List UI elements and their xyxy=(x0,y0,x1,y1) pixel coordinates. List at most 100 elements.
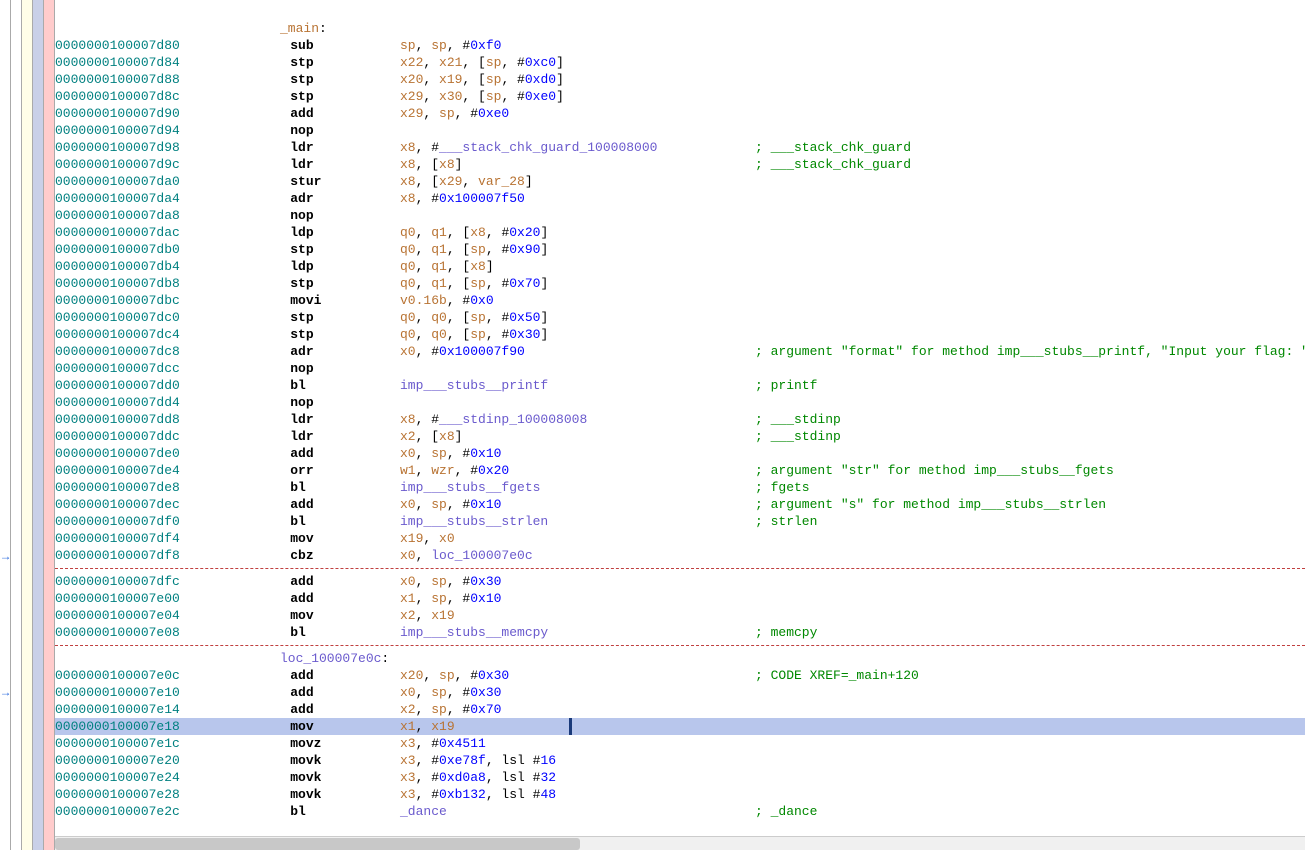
immediate: 0x10 xyxy=(470,591,501,606)
mnemonic: stp xyxy=(290,55,313,70)
mnemonic: bl xyxy=(290,378,306,393)
register: x3 xyxy=(400,736,416,751)
instruction-line[interactable]: 0000000100007df8 cbzx0, loc_100007e0c xyxy=(55,547,1305,564)
disassembly-listing[interactable]: _main:0000000100007d80 subsp, sp, #0xf00… xyxy=(55,0,1305,850)
gutter-col xyxy=(0,0,11,850)
instruction-line[interactable]: 0000000100007dc4 stpq0, q0, [sp, #0x30] xyxy=(55,326,1305,343)
instruction-line[interactable]: 0000000100007dd4 nop xyxy=(55,394,1305,411)
instruction-line[interactable]: 0000000100007dbc moviv0.16b, #0x0 xyxy=(55,292,1305,309)
instruction-line[interactable]: 0000000100007e28 movkx3, #0xb132, lsl #4… xyxy=(55,786,1305,803)
punct: , # xyxy=(455,463,478,478)
instruction-line[interactable]: 0000000100007dcc nop xyxy=(55,360,1305,377)
instruction-line[interactable]: 0000000100007db0 stpq0, q1, [sp, #0x90] xyxy=(55,241,1305,258)
operands: imp___stubs__fgets xyxy=(400,479,540,496)
register: x2 xyxy=(400,429,416,444)
instruction-line[interactable]: 0000000100007d90 addx29, sp, #0xe0 xyxy=(55,105,1305,122)
punct: , # xyxy=(455,668,478,683)
instruction-line[interactable]: 0000000100007e20 movkx3, #0xe78f, lsl #1… xyxy=(55,752,1305,769)
scrollbar-thumb[interactable] xyxy=(55,838,580,850)
operands: sp, sp, #0xf0 xyxy=(400,37,501,54)
immediate: 0x50 xyxy=(509,310,540,325)
instruction-line[interactable]: 0000000100007df0 blimp___stubs__strlen; … xyxy=(55,513,1305,530)
instruction-line[interactable]: 0000000100007e00 addx1, sp, #0x10 xyxy=(55,590,1305,607)
punct: , xyxy=(416,446,432,461)
instruction-line[interactable]: 0000000100007db8 stpq0, q1, [sp, #0x70] xyxy=(55,275,1305,292)
instruction-line[interactable]: 0000000100007e18 movx1, x19 xyxy=(55,718,1305,735)
punct: ] xyxy=(540,327,548,342)
instruction-line[interactable]: 0000000100007d98 ldrx8, #___stack_chk_gu… xyxy=(55,139,1305,156)
mnemonic: add xyxy=(290,702,313,717)
instruction-line[interactable]: 0000000100007dd8 ldrx8, #___stdinp_10000… xyxy=(55,411,1305,428)
punct: ] xyxy=(486,259,494,274)
punct: , [ xyxy=(447,225,470,240)
immediate: 0x30 xyxy=(470,574,501,589)
mnemonic: add xyxy=(290,497,313,512)
immediate: 0x20 xyxy=(509,225,540,240)
register: x2 xyxy=(400,702,416,717)
register: sp xyxy=(431,574,447,589)
operands: q0, q0, [sp, #0x30] xyxy=(400,326,548,343)
punct: , xyxy=(423,531,439,546)
instruction-line[interactable]: 0000000100007d8c stpx29, x30, [sp, #0xe0… xyxy=(55,88,1305,105)
instruction-line[interactable]: 0000000100007df4 movx19, x0 xyxy=(55,530,1305,547)
instruction-line[interactable]: 0000000100007e1c movzx3, #0x4511 xyxy=(55,735,1305,752)
instruction-line[interactable]: 0000000100007db4 ldpq0, q1, [x8] xyxy=(55,258,1305,275)
instruction-line[interactable]: 0000000100007da8 nop xyxy=(55,207,1305,224)
operands: x0, sp, #0x10 xyxy=(400,496,501,513)
instruction-line[interactable]: 0000000100007e14 addx2, sp, #0x70 xyxy=(55,701,1305,718)
punct: , # xyxy=(486,276,509,291)
operands: q0, q0, [sp, #0x50] xyxy=(400,309,548,326)
instruction-line[interactable]: 0000000100007d94 nop xyxy=(55,122,1305,139)
horizontal-scrollbar[interactable] xyxy=(55,836,1305,850)
immediate: 0x30 xyxy=(470,685,501,700)
instruction-line[interactable]: 0000000100007e10 addx0, sp, #0x30 xyxy=(55,684,1305,701)
address: 0000000100007de4 xyxy=(55,462,220,479)
instruction-line[interactable]: 0000000100007da0 sturx8, [x29, var_28] xyxy=(55,173,1305,190)
address: 0000000100007e24 xyxy=(55,769,220,786)
instruction-line[interactable]: 0000000100007e2c bl_dance; _dance xyxy=(55,803,1305,820)
instruction-line[interactable]: 0000000100007e08 blimp___stubs__memcpy; … xyxy=(55,624,1305,641)
instruction-line[interactable]: 0000000100007da4 adrx8, #0x100007f50 xyxy=(55,190,1305,207)
instruction-line[interactable]: 0000000100007de0 addx0, sp, #0x10 xyxy=(55,445,1305,462)
punct: ] xyxy=(540,276,548,291)
operands: x0, sp, #0x30 xyxy=(400,573,501,590)
instruction-line[interactable]: 0000000100007d80 subsp, sp, #0xf0 xyxy=(55,37,1305,54)
instruction-line[interactable]: 0000000100007d84 stpx22, x21, [sp, #0xc0… xyxy=(55,54,1305,71)
immediate: 0x0 xyxy=(470,293,493,308)
register: x19 xyxy=(400,531,423,546)
punct: , [ xyxy=(416,157,439,172)
instruction-line[interactable]: 0000000100007e24 movkx3, #0xd0a8, lsl #3… xyxy=(55,769,1305,786)
instruction-line[interactable]: 0000000100007dac ldpq0, q1, [x8, #0x20] xyxy=(55,224,1305,241)
operands: x8, #___stack_chk_guard_100008000 xyxy=(400,139,657,156)
mnemonic: movk xyxy=(290,770,321,785)
punct: , # xyxy=(447,497,470,512)
mnemonic: bl xyxy=(290,625,306,640)
instruction-line[interactable]: 0000000100007dc8 adrx0, #0x100007f90; ar… xyxy=(55,343,1305,360)
instruction-line[interactable]: 0000000100007ddc ldrx2, [x8]; ___stdinp xyxy=(55,428,1305,445)
gutter-col xyxy=(11,0,22,850)
register: x29 xyxy=(439,174,462,189)
instruction-line[interactable]: 0000000100007d9c ldrx8, [x8]; ___stack_c… xyxy=(55,156,1305,173)
label-line[interactable]: loc_100007e0c: xyxy=(55,650,1305,667)
gutter-col xyxy=(44,0,55,850)
instruction-line[interactable]: 0000000100007d88 stpx20, x19, [sp, #0xd0… xyxy=(55,71,1305,88)
address: 0000000100007dac xyxy=(55,224,220,241)
comment: ; argument "format" for method imp___stu… xyxy=(755,343,1305,360)
instruction-line[interactable]: 0000000100007dfc addx0, sp, #0x30 xyxy=(55,573,1305,590)
register: x0 xyxy=(400,344,416,359)
instruction-line[interactable]: 0000000100007dc0 stpq0, q0, [sp, #0x50] xyxy=(55,309,1305,326)
instruction-line[interactable]: 0000000100007e0c addx20, sp, #0x30; CODE… xyxy=(55,667,1305,684)
mnemonic: ldr xyxy=(290,157,313,172)
punct: ] xyxy=(556,89,564,104)
immediate: 0x10 xyxy=(470,446,501,461)
instruction-line[interactable]: 0000000100007de8 blimp___stubs__fgets; f… xyxy=(55,479,1305,496)
register: sp xyxy=(431,38,447,53)
register: sp xyxy=(486,72,502,87)
instruction-line[interactable]: 0000000100007dd0 blimp___stubs__printf; … xyxy=(55,377,1305,394)
gutter: → → xyxy=(0,0,55,850)
register: x8 xyxy=(400,157,416,172)
instruction-line[interactable]: 0000000100007e04 movx2, x19 xyxy=(55,607,1305,624)
instruction-line[interactable]: 0000000100007dec addx0, sp, #0x10; argum… xyxy=(55,496,1305,513)
instruction-line[interactable]: 0000000100007de4 orrw1, wzr, #0x20; argu… xyxy=(55,462,1305,479)
mnemonic: mov xyxy=(290,608,313,623)
